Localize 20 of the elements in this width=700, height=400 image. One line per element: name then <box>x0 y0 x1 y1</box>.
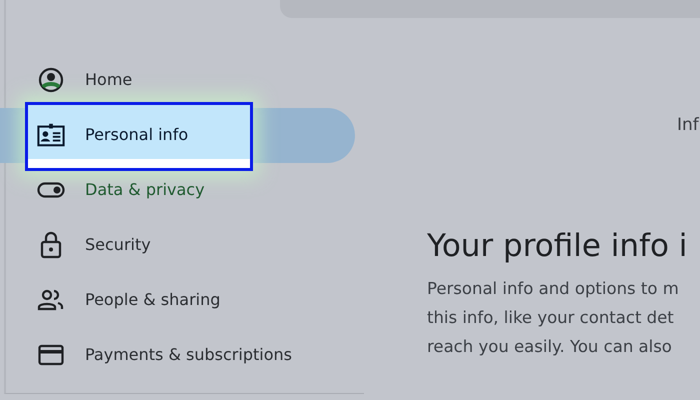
nav-item[interactable]: People & sharing <box>0 282 355 318</box>
nav-item[interactable]: Home <box>0 62 355 98</box>
page-heading: Your profile info i <box>427 228 688 264</box>
id-card-icon <box>37 122 65 148</box>
account-circle-icon <box>38 66 64 92</box>
nav-item[interactable]: Payments & subscriptions <box>0 336 355 372</box>
toggle-icon <box>37 182 65 198</box>
nav-item[interactable]: Data & privacy <box>0 172 355 208</box>
nav-label: Data & privacy <box>85 180 205 199</box>
nav-label: Home <box>85 70 132 89</box>
lock-icon <box>40 230 62 258</box>
page-description: Personal info and options to m this info, like your contact det reach you easily. You can also <box>427 278 680 358</box>
nav-label: Personal info <box>85 125 188 144</box>
nav-label: People & sharing <box>85 290 220 309</box>
top-label: Inf <box>677 115 699 135</box>
people-icon <box>37 288 65 310</box>
nav-item[interactable]: Security <box>0 226 355 262</box>
credit-card-icon <box>38 344 64 366</box>
nav-label: Payments & subscriptions <box>85 345 292 364</box>
nav-label: Security <box>85 235 151 254</box>
